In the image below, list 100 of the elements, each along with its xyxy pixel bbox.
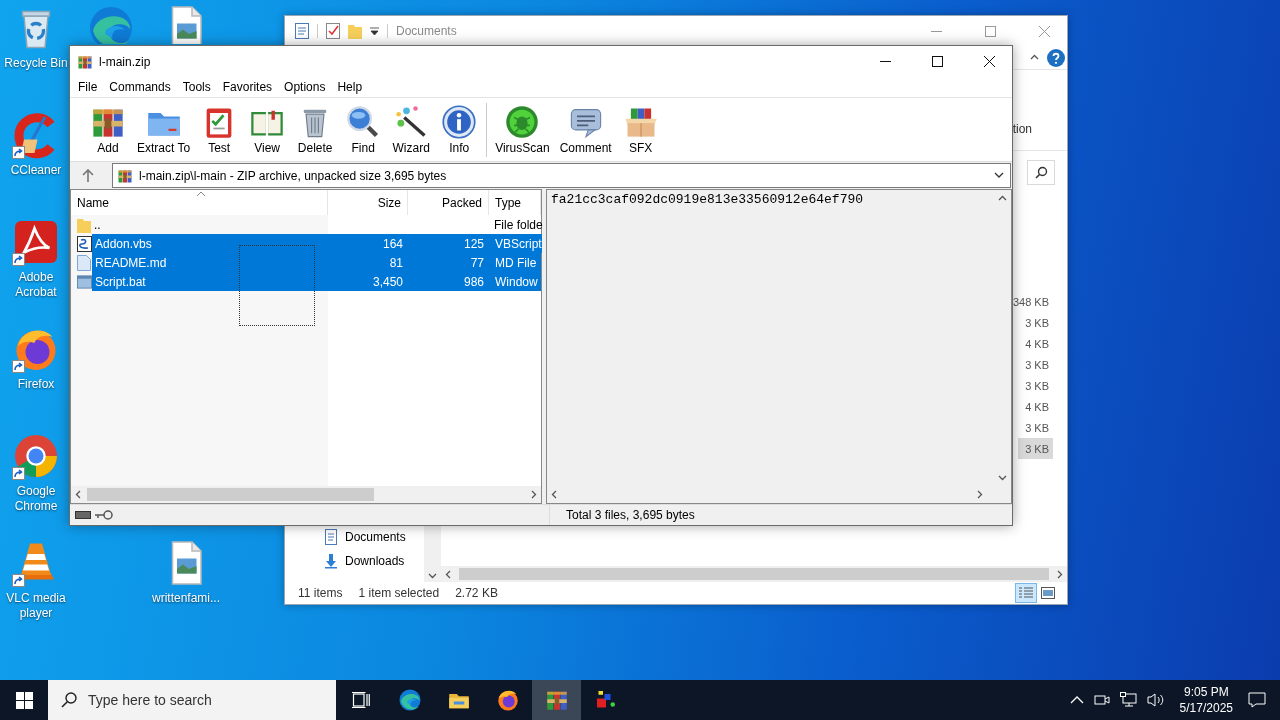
search-icon [1034,165,1048,179]
help-icon[interactable] [1047,48,1065,67]
desktop-icon-label: Adobe Acrobat [14,270,58,300]
toolbar-button[interactable]: Comment [554,104,617,155]
menu-item[interactable]: Favorites [216,78,279,96]
scroll-up-icon[interactable] [998,194,1007,203]
close-icon [983,56,995,67]
file-row[interactable]: README.md 81 77 MD File [92,253,541,272]
status-text: Total 3 files, 3,695 bytes [565,508,695,522]
nav-item[interactable]: Documents [323,528,424,546]
scroll-left-icon[interactable] [74,490,83,499]
file-name: Script.bat [94,274,147,289]
packed-size: 125 [462,236,485,251]
browser-icon[interactable] [12,432,60,480]
file-size: 3,450 [371,274,404,289]
camera-icon[interactable] [1092,692,1111,708]
pdf-icon[interactable] [12,218,60,266]
file-row[interactable]: .. File folde [91,215,543,234]
toolbar-button[interactable]: Add [84,104,132,155]
properties-icon[interactable] [295,23,309,39]
file-name: README.md [94,255,168,270]
file-size: 164 [381,236,404,251]
scroll-right-icon[interactable] [529,490,538,499]
file-type: Window [494,274,539,289]
file-type: MD File [494,255,538,270]
nav-item[interactable]: Downloads [323,552,424,570]
file-row[interactable]: 3 KB [1018,312,1053,333]
file-row[interactable]: 4 KB [1018,396,1053,417]
file-size: 4 KB [1025,337,1049,350]
details-list-icon [1019,587,1033,599]
file-size: 3 KB [1025,442,1049,455]
network-icon[interactable] [1119,692,1138,708]
toolbar-button[interactable]: Delete [291,104,340,155]
archive-comment: fa21cc3caf092dc0919e813e33560912e64ef790 [550,191,865,209]
notification-icon[interactable] [1248,692,1266,708]
file-name: .. [93,217,102,232]
desktop-icon-label: Firefox [16,377,56,392]
clock-date[interactable]: 5/17/2025 [1179,700,1233,716]
toolbar-button[interactable]: SFX [616,104,665,155]
browser-icon [495,688,520,712]
file-size: 3 KB [1025,421,1049,434]
file-type: File folde [493,217,543,232]
toolbar-button[interactable]: Wizard [387,104,436,155]
scroll-left-icon[interactable] [550,490,559,499]
scrollbar-thumb[interactable] [87,488,374,501]
file-row[interactable]: Script.bat 3,450 986 Window [92,272,541,291]
menu-item[interactable]: File [72,78,104,96]
toolbar-button[interactable]: VirusScan [490,104,555,155]
dropdown-chevron-icon[interactable] [994,172,1004,179]
script-file-icon [77,235,92,252]
scroll-right-icon[interactable] [975,490,984,499]
scrollbar-thumb[interactable] [459,568,1049,580]
file-row[interactable]: 3 KB [1018,438,1053,459]
toolbar-button[interactable]: View [243,104,292,155]
up-arrow-icon[interactable] [82,169,94,182]
folder-icon [77,216,91,233]
search-field[interactable]: Type here to search [48,680,336,720]
checklist-icon[interactable] [326,23,340,39]
scroll-right-icon[interactable] [1055,569,1064,579]
scroll-left-icon[interactable] [444,569,453,579]
window-file-icon [77,274,92,289]
file-row[interactable]: 3 KB [1018,417,1053,438]
download-arrow-icon [323,553,339,569]
menu-item[interactable]: Options [278,78,332,96]
toolbar-button[interactable]: Test [195,104,244,155]
bug-icon [504,104,541,140]
scroll-down-icon[interactable] [428,571,437,580]
desktop-icon-label: CCleaner [9,163,63,178]
file-row[interactable]: 3 KB [1018,375,1053,396]
collapse-ribbon-icon[interactable] [1030,53,1039,62]
info-icon [441,104,478,140]
file-row[interactable]: Addon.vbs 164 125 VBScript [92,234,542,253]
selection-size: 2.72 KB [455,586,498,600]
key-icon [95,510,113,520]
desktop-icon-label: Recycle Bin [3,56,69,71]
search-button[interactable] [1027,159,1055,185]
windows-logo-icon [15,691,33,709]
clock-time[interactable]: 9:05 PM [1183,684,1229,700]
menu-item[interactable]: Tools [176,78,217,96]
menu-item[interactable]: Commands [103,78,177,96]
desktop-icon-label: VLC media player [5,591,67,621]
file-type: VBScript [494,236,542,251]
window-title: l-main.zip [99,54,152,69]
path-field[interactable]: l-main.zip\l-main - ZIP archive, unpacked size 3,695 bytes [112,163,1011,188]
toolbar-button[interactable]: Extract To [132,104,196,155]
file-size: 3 KB [1025,358,1049,371]
file-row[interactable]: 4 KB [1018,333,1053,354]
file-size: 3 KB [1025,316,1049,329]
search-icon [61,692,77,708]
scroll-down-icon[interactable] [998,473,1007,482]
chevron-up-icon[interactable] [1069,696,1084,704]
toolbar-button[interactable]: Info [435,104,484,155]
maximize-icon [984,25,996,37]
menu-item[interactable]: Help [331,78,369,96]
file-size: 81 [388,255,404,270]
volume-icon[interactable] [1146,692,1165,708]
dropdown-caret-icon[interactable] [370,27,379,35]
ribbon-label[interactable]: tion [1012,122,1032,136]
file-row[interactable]: 3 KB [1018,354,1053,375]
toolbar-button[interactable]: Find [339,104,388,155]
